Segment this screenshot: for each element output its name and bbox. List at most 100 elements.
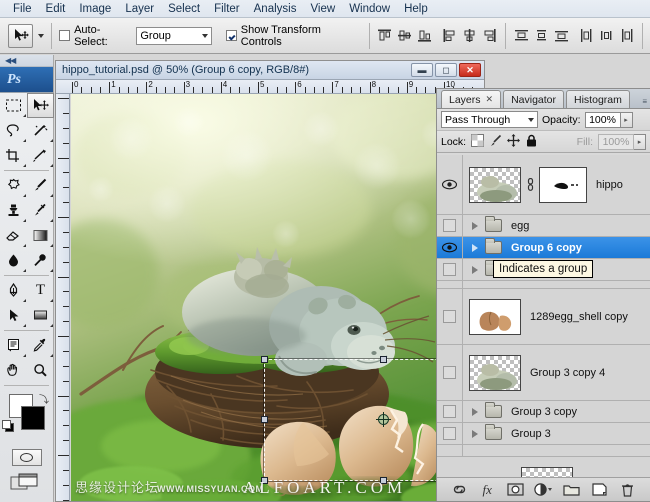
layer-name[interactable]: Group 6 copy (511, 242, 582, 254)
close-icon[interactable]: ✕ (486, 94, 494, 105)
layer-visibility-toggle[interactable] (437, 423, 463, 444)
magic-wand-tool-icon[interactable] (27, 118, 54, 143)
distribute-top-edges-icon[interactable] (513, 27, 530, 44)
crop-tool-icon[interactable] (0, 143, 27, 168)
layer-mask-thumbnail[interactable] (539, 167, 587, 203)
eraser-tool-icon[interactable] (0, 223, 27, 248)
canvas-artwork[interactable]: 思缘设计论坛 WWW.MISSYUAN.COM ALFOART.COM (71, 94, 484, 501)
auto-select-checkbox[interactable] (59, 30, 70, 41)
menu-item-analysis[interactable]: Analysis (247, 2, 304, 16)
minimize-icon[interactable]: ▬ (411, 63, 433, 77)
transform-handle-top-left[interactable] (261, 356, 268, 363)
delete-layer-icon[interactable] (619, 481, 637, 499)
default-colors-icon[interactable] (2, 420, 11, 429)
layer-name[interactable]: Group 3 copy 4 (530, 367, 605, 379)
menu-item-layer[interactable]: Layer (118, 2, 161, 16)
group-expand-arrow-icon[interactable] (472, 266, 478, 274)
move-tool-icon[interactable] (27, 93, 54, 118)
table-row[interactable]: Group 6 copy (437, 237, 650, 259)
layer-name[interactable]: Group 3 copy (511, 406, 577, 418)
path-selection-tool-icon[interactable] (0, 303, 27, 328)
blend-mode-dropdown[interactable]: Pass Through (441, 111, 538, 128)
close-icon[interactable]: ✕ (459, 63, 481, 77)
table-row[interactable]: egg (437, 215, 650, 237)
transform-handle-middle-left[interactable] (261, 416, 268, 423)
distribute-vertical-centers-icon[interactable] (533, 27, 550, 44)
auto-select-scope-dropdown[interactable]: Group (136, 27, 212, 45)
layer-name[interactable]: egg (511, 220, 529, 232)
tab-navigator[interactable]: Navigator (503, 90, 564, 108)
menu-item-file[interactable]: File (6, 2, 39, 16)
horizontal-ruler[interactable]: 012345678910 (56, 80, 484, 94)
table-row[interactable]: Group 3 copy (437, 401, 650, 423)
menu-item-edit[interactable]: Edit (39, 2, 73, 16)
document-title-bar[interactable]: hippo_tutorial.psd @ 50% (Group 6 copy, … (56, 61, 484, 80)
layer-visibility-toggle[interactable] (437, 155, 463, 214)
slice-tool-icon[interactable] (27, 143, 54, 168)
layer-thumbnail[interactable] (469, 299, 521, 335)
opacity-slider-arrow-icon[interactable]: ▸ (621, 112, 633, 128)
table-row[interactable]: Group 3 (437, 423, 650, 445)
lock-all-icon[interactable] (525, 134, 538, 150)
add-layer-mask-icon[interactable] (506, 481, 524, 499)
hand-tool-icon[interactable] (0, 358, 27, 383)
move-tool-icon[interactable] (8, 24, 33, 48)
menu-item-image[interactable]: Image (72, 2, 118, 16)
layer-thumbnail[interactable] (469, 355, 521, 391)
new-layer-icon[interactable] (591, 481, 609, 499)
pen-tool-icon[interactable] (0, 278, 27, 303)
lock-transparent-pixels-icon[interactable] (471, 134, 484, 150)
align-left-edges-icon[interactable] (441, 27, 458, 44)
canvas-viewport[interactable]: 思缘设计论坛 WWW.MISSYUAN.COM ALFOART.COM (71, 94, 484, 501)
group-expand-arrow-icon[interactable] (472, 408, 478, 416)
align-top-edges-icon[interactable] (376, 27, 393, 44)
menu-item-filter[interactable]: Filter (207, 2, 247, 16)
layer-style-fx-icon[interactable]: fx (478, 481, 496, 499)
layer-visibility-toggle[interactable] (437, 401, 463, 422)
maximize-icon[interactable]: ◻ (435, 63, 457, 77)
distribute-right-edges-icon[interactable] (618, 27, 635, 44)
swap-colors-icon[interactable]: ⤵ (39, 391, 49, 406)
link-layers-icon[interactable] (450, 481, 468, 499)
zoom-tool-icon[interactable] (27, 358, 54, 383)
table-row[interactable]: Group 3 copy 4 (437, 345, 650, 401)
group-expand-arrow-icon[interactable] (472, 244, 478, 252)
layer-name[interactable]: hippo (596, 179, 623, 191)
tool-preset-chevron-down-icon[interactable] (38, 34, 44, 38)
new-adjustment-layer-icon[interactable] (534, 481, 552, 499)
blur-tool-icon[interactable] (0, 248, 27, 273)
dodge-tool-icon[interactable] (27, 248, 54, 273)
show-transform-controls-checkbox[interactable] (226, 30, 237, 41)
transform-reference-point[interactable] (378, 414, 389, 425)
history-brush-tool-icon[interactable] (27, 198, 54, 223)
menu-item-window[interactable]: Window (342, 2, 397, 16)
new-group-icon[interactable] (563, 481, 581, 499)
healing-brush-tool-icon[interactable] (0, 173, 27, 198)
align-bottom-edges-icon[interactable] (416, 27, 433, 44)
fill-value[interactable]: 100% (598, 134, 634, 150)
brush-tool-icon[interactable] (27, 173, 54, 198)
background-color-swatch[interactable] (21, 406, 45, 430)
quick-mask-mode-icon[interactable] (12, 449, 42, 466)
layer-visibility-toggle[interactable] (437, 215, 463, 236)
table-row[interactable]: Indicates a group (437, 259, 650, 281)
menu-item-help[interactable]: Help (397, 2, 435, 16)
layer-visibility-toggle[interactable] (437, 237, 463, 258)
tab-layers[interactable]: Layers ✕ (441, 90, 501, 108)
menu-item-view[interactable]: View (303, 2, 342, 16)
menu-item-select[interactable]: Select (161, 2, 207, 16)
layers-list[interactable]: hippo egg Group 6 copy (437, 155, 650, 477)
transform-handle-top-center[interactable] (380, 356, 387, 363)
fill-slider-arrow-icon[interactable]: ▸ (634, 134, 646, 150)
eyedropper-tool-icon[interactable] (27, 333, 54, 358)
distribute-bottom-edges-icon[interactable] (553, 27, 570, 44)
tab-histogram[interactable]: Histogram (566, 90, 630, 108)
rectangular-marquee-tool-icon[interactable] (0, 93, 27, 118)
layer-thumbnail[interactable] (469, 167, 521, 203)
opacity-value[interactable]: 100% (585, 112, 621, 128)
distribute-horizontal-centers-icon[interactable] (598, 27, 615, 44)
align-vertical-centers-icon[interactable] (396, 27, 413, 44)
layer-mask-link-icon[interactable] (524, 178, 536, 191)
align-right-edges-icon[interactable] (481, 27, 498, 44)
group-expand-arrow-icon[interactable] (472, 222, 478, 230)
